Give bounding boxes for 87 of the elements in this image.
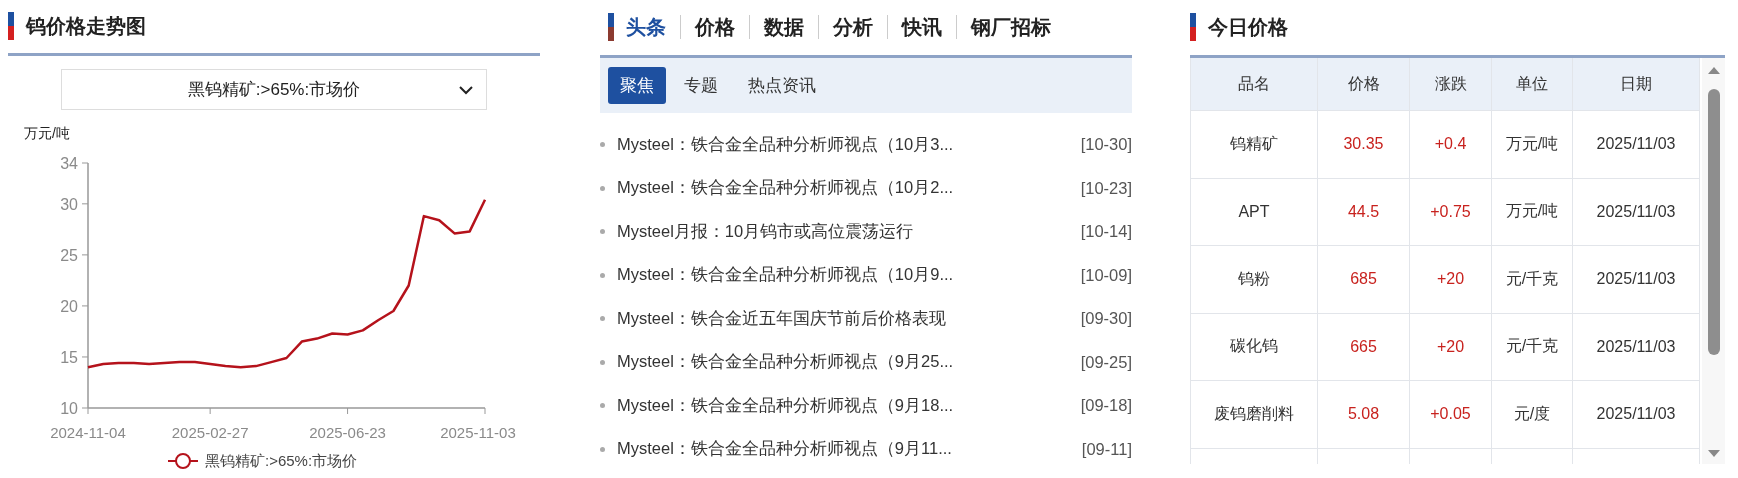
news-tab[interactable]: 快讯 xyxy=(888,13,956,41)
table-cell: 钨精矿 xyxy=(1190,111,1317,178)
news-tab[interactable]: 钢厂招标 xyxy=(957,13,1065,41)
table-cell: 2025/11/03 xyxy=(1572,313,1700,380)
column-header: 价格 xyxy=(1317,58,1409,110)
news-link[interactable]: Mysteel：铁合金全品种分析师视点（9月18... xyxy=(617,394,1081,417)
axis-unit-label: 万元/吨 xyxy=(24,125,70,141)
table-cell: 万元/吨 xyxy=(1491,178,1572,245)
bullet-icon xyxy=(600,446,605,452)
table-cell: 685 xyxy=(1317,246,1409,313)
heading-mark xyxy=(608,13,614,41)
section-title: 钨价格走势图 xyxy=(26,13,146,39)
bullet-icon xyxy=(600,185,605,191)
news-link[interactable]: Mysteel月报：10月钨市或高位震荡运行 xyxy=(617,220,1081,243)
legend-icon xyxy=(167,453,199,469)
axis-label: 2025-06-23 xyxy=(309,424,386,441)
news-date: [10-23] xyxy=(1080,178,1132,198)
table-cell: APT xyxy=(1190,178,1317,245)
news-date: [09-25] xyxy=(1080,352,1132,372)
news-link[interactable]: Mysteel：铁合金全品种分析师视点（9月11... xyxy=(617,438,1082,461)
axis-label: 10 xyxy=(60,400,78,417)
bullet-icon xyxy=(600,359,605,365)
table-cell: 2025/11/03 xyxy=(1572,381,1700,448)
table-cell: +20 xyxy=(1409,246,1491,313)
table-cell: 废钨磨削料 xyxy=(1190,381,1317,448)
axis-label: 25 xyxy=(60,246,78,264)
bullet-icon xyxy=(600,272,605,278)
news-link[interactable]: Mysteel：铁合金全品种分析师视点（10月9... xyxy=(617,264,1081,287)
news-date: [10-09] xyxy=(1080,265,1132,285)
bullet-icon xyxy=(600,316,605,322)
axis-label: 15 xyxy=(60,348,78,366)
table-cell: 钨粉 xyxy=(1190,246,1317,313)
subtab[interactable]: 热点资讯 xyxy=(736,67,828,104)
news-tab[interactable]: 价格 xyxy=(681,13,749,41)
column-header: 品名 xyxy=(1190,58,1317,110)
news-link[interactable]: Mysteel：铁合金全品种分析师视点（10月2... xyxy=(617,177,1081,200)
scroll-up-icon[interactable] xyxy=(1706,66,1721,75)
heading-mark xyxy=(1190,13,1196,41)
bullet-icon xyxy=(600,142,605,148)
table-cell: 碳化钨 xyxy=(1190,313,1317,380)
table-cell: 元/度 xyxy=(1491,381,1572,448)
news-tab[interactable]: 分析 xyxy=(819,13,887,41)
subtab[interactable]: 聚焦 xyxy=(608,67,666,104)
axis-label: 34 xyxy=(60,155,78,172)
heading-mark xyxy=(8,12,14,41)
table-cell: +0.75 xyxy=(1409,178,1491,245)
table-cell: 元/千克 xyxy=(1491,246,1572,313)
axis-label: 2025-02-27 xyxy=(171,424,249,441)
news-date: [09-18] xyxy=(1080,396,1132,416)
axis-label: 30 xyxy=(60,195,78,213)
subtab[interactable]: 专题 xyxy=(672,67,730,104)
bullet-icon xyxy=(600,403,605,409)
table-cell: 万元/吨 xyxy=(1491,111,1572,178)
column-header: 日期 xyxy=(1572,58,1700,110)
section-title: 今日价格 xyxy=(1208,14,1288,40)
column-header: 单位 xyxy=(1491,58,1572,110)
news-date: [10-14] xyxy=(1080,222,1132,242)
news-link[interactable]: Mysteel：铁合金近五年国庆节前后价格表现 xyxy=(617,307,1081,330)
scroll-thumb[interactable] xyxy=(1707,89,1720,355)
table-cell: 2025/11/03 xyxy=(1572,178,1700,245)
news-date: [09-11] xyxy=(1081,439,1132,459)
table-cell: +0.05 xyxy=(1409,381,1491,448)
table-cell: 5.08 xyxy=(1317,381,1409,448)
legend-label[interactable]: 黑钨精矿:>65%:市场价 xyxy=(205,452,358,469)
table-cell: 元/千克 xyxy=(1491,313,1572,380)
column-header: 涨跌 xyxy=(1409,58,1491,110)
news-tab[interactable]: 数据 xyxy=(750,13,818,41)
axis-label: 20 xyxy=(60,297,78,315)
news-tab[interactable]: 头条 xyxy=(626,13,680,41)
scrollbar[interactable] xyxy=(1702,58,1725,464)
table-cell: +20 xyxy=(1409,313,1491,380)
news-link[interactable]: Mysteel：铁合金全品种分析师视点（10月3... xyxy=(617,133,1081,156)
news-link[interactable]: Mysteel：铁合金全品种分析师视点（9月25... xyxy=(617,351,1081,374)
scroll-down-icon[interactable] xyxy=(1706,449,1721,458)
axis-label: 2024-11-04 xyxy=(50,424,126,441)
chevron-down-icon xyxy=(459,86,473,96)
table-cell: 30.35 xyxy=(1317,111,1409,178)
table-cell: 2025/11/03 xyxy=(1572,111,1700,178)
table-cell: 665 xyxy=(1317,313,1409,380)
table-cell: 2025/11/03 xyxy=(1572,246,1700,313)
bullet-icon xyxy=(600,229,605,235)
table-cell: +0.4 xyxy=(1409,111,1491,178)
news-date: [09-30] xyxy=(1080,309,1132,329)
product-dropdown[interactable]: 黑钨精矿:>65%:市场价 xyxy=(61,69,487,110)
news-date: [10-30] xyxy=(1080,135,1132,155)
axis-label: 2025-11-03 xyxy=(440,424,516,441)
table-cell: 44.5 xyxy=(1317,178,1409,245)
